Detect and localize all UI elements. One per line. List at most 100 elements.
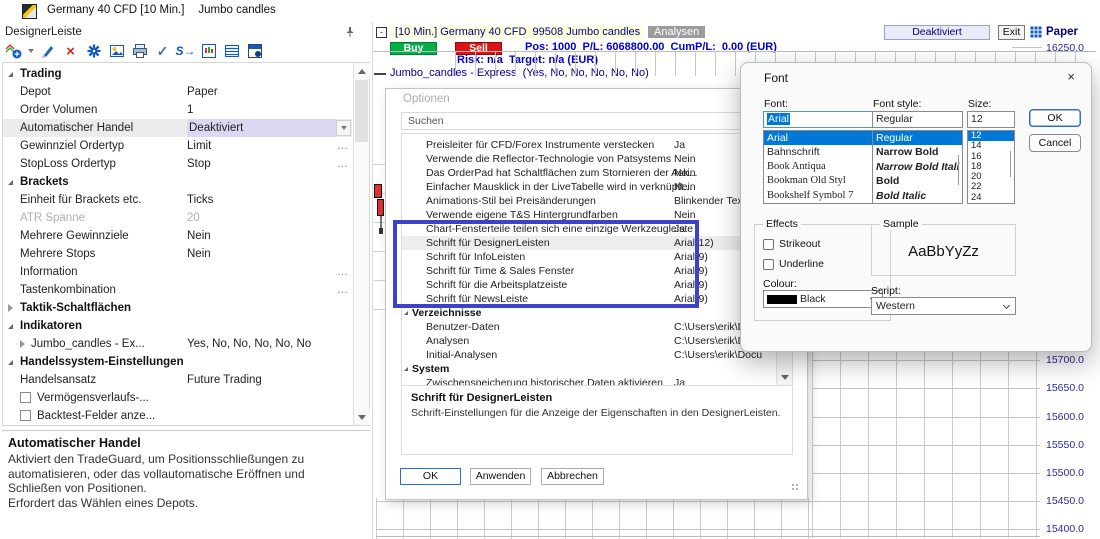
printer-icon[interactable] [129,41,150,61]
scroll-down-icon[interactable] [354,409,370,425]
option-row[interactable]: Zwischenspeicherung historischer Daten a… [402,376,792,386]
option-row[interactable]: Verwende die Reflector-Technologie von P… [402,152,792,166]
font-style-label: Font style: [873,98,921,110]
candle-mark [379,228,383,234]
ellipsis-button[interactable]: … [335,281,350,299]
chart-grid [812,352,1040,538]
option-row[interactable]: Animations-Stil bei PreisänderungenBlink… [402,194,792,208]
scrollbar-thumb[interactable] [958,155,959,185]
cancel-button[interactable]: Cancel [1029,134,1081,152]
scroll-down-icon[interactable] [777,369,793,385]
apply-button[interactable]: Anwenden [470,468,531,485]
list-item[interactable]: Bold [873,174,962,188]
list-item[interactable]: 24 [968,193,1014,203]
option-group-system[interactable]: System [402,362,792,376]
option-row[interactable]: Einfacher Mausklick in der LiveTabelle w… [402,180,792,194]
price-label: 15600.0 [1046,411,1084,423]
font-style-input[interactable]: Regular [872,111,963,128]
property-row-depot[interactable]: DepotPaper [3,83,352,101]
option-row[interactable]: Initial-AnalysenC:\Users\erik\Docu [402,348,792,362]
scroll-up-icon[interactable] [354,63,370,79]
font-size-list[interactable]: 12 14 16 18 20 22 24 [967,130,1015,204]
ok-button[interactable]: OK [1029,109,1081,127]
list-item[interactable]: 16 [968,152,1014,162]
annotation-box [393,220,699,308]
property-row-automatischer-handel[interactable]: Automatischer HandelDeaktiviert [3,119,352,137]
option-group-verzeichnisse[interactable]: Verzeichnisse [402,306,792,320]
ellipsis-button[interactable]: … [335,155,350,173]
scrollbar[interactable] [353,63,369,425]
cancel-button[interactable]: Abbrechen [541,468,604,485]
dropdown-button[interactable] [336,120,351,136]
property-row-jumbo-candles[interactable]: Jumbo_candles - Ex...Yes, No, No, No, No… [3,335,352,353]
list-item[interactable]: 14 [968,141,1014,151]
list-item[interactable]: Narrow Bold [873,145,962,159]
property-row-gewinnziel-ordertyp[interactable]: Gewinnziel OrdertypLimit… [3,137,352,155]
brush-icon[interactable] [37,41,58,61]
property-group-brackets[interactable]: Brackets [3,173,352,191]
add-indicator-icon[interactable] [3,41,24,61]
auto-trade-state-button[interactable]: Deaktiviert [884,25,990,40]
price-label: 15550.0 [1046,439,1084,451]
scrollbar-thumb[interactable] [1010,151,1011,177]
option-row[interactable]: Preisleiter für CFD/Forex Instrumente ve… [402,138,792,152]
property-row-order-volumen[interactable]: Order Volumen1 [3,101,352,119]
property-row-atr-spanne[interactable]: ATR Spanne20 [3,209,352,227]
table-icon[interactable] [221,41,242,61]
list-item[interactable]: Narrow Bold Itali [873,160,962,174]
close-icon[interactable]: × [1067,69,1075,85]
property-row-vermoegensverlaufs[interactable]: Vermögensverlaufs-... [3,389,352,407]
list-item[interactable]: 18 [968,162,1014,172]
property-row-information[interactable]: Information… [3,263,352,281]
gear-icon[interactable] [83,41,104,61]
property-row-stoploss-ordertyp[interactable]: StopLoss OrdertypStop… [3,155,352,173]
candles-window-icon[interactable] [198,41,219,61]
property-group-taktik[interactable]: Taktik-Schaltflächen [3,299,352,317]
property-row-mehrere-stops[interactable]: Mehrere StopsNein [3,245,352,263]
collapse-icon[interactable]: - [376,27,387,38]
font-size-input[interactable]: 12 [967,111,1015,128]
checkbox[interactable] [20,410,31,421]
buy-button[interactable]: Buy [390,42,437,55]
ok-button[interactable]: OK [400,468,461,485]
property-group-handelssystem[interactable]: Handelssystem-Einstellungen [3,353,352,371]
exit-button[interactable]: Exit [998,25,1025,40]
property-group-trading[interactable]: Trading [3,65,352,83]
price-tick [1012,47,1042,48]
signal-route-icon[interactable]: S→ [175,41,196,61]
option-row[interactable]: AnalysenC:\Users\erik\Docu [402,334,792,348]
property-row-einheit[interactable]: Einheit für Brackets etc.Ticks [3,191,352,209]
list-item[interactable]: Bold Italic [873,189,962,203]
check-icon[interactable]: ✓ [152,41,173,61]
property-row-backtest-felder[interactable]: Backtest-Felder anze... [3,407,352,425]
list-item[interactable]: Regular [873,131,962,145]
script-select[interactable]: Western [871,297,1016,315]
property-row-tastenkombination[interactable]: Tastenkombination… [3,281,352,299]
pin-icon[interactable] [344,26,356,38]
delete-icon[interactable]: × [60,41,81,61]
property-group-indikatoren[interactable]: Indikatoren [3,317,352,335]
chart-image-icon[interactable] [106,41,127,61]
scrollbar-thumb[interactable] [355,80,368,142]
list-item[interactable]: 12 [968,131,1014,141]
strikeout-checkbox[interactable] [763,239,774,250]
colour-select[interactable]: Black [763,290,883,308]
window-title-instrument: Germany 40 CFD [10 Min.] [47,4,184,16]
dropdown-caret-icon[interactable] [26,41,35,61]
colour-label: Colour: [763,278,797,290]
analysen-badge[interactable]: Analysen [648,26,705,38]
save-workspace-icon[interactable] [244,41,265,61]
font-style-list[interactable]: Regular Narrow Bold Narrow Bold Itali Bo… [872,130,963,204]
property-row-mehrere-gewinnziele[interactable]: Mehrere GewinnzieleNein [3,227,352,245]
ellipsis-button[interactable]: … [335,263,350,281]
ellipsis-button[interactable]: … [335,137,350,155]
resize-grip[interactable] [791,483,799,491]
option-row[interactable]: Das OrderPad hat Schaltflächen zum Storn… [402,166,792,180]
option-row[interactable]: Benutzer-DatenC:\Users\erik\Docu [402,320,792,334]
list-item[interactable]: 22 [968,182,1014,192]
property-row-handelsansatz[interactable]: HandelsansatzFuture Trading [3,371,352,389]
checkbox[interactable] [20,392,31,403]
underline-checkbox[interactable] [763,259,774,270]
list-item[interactable]: 20 [968,172,1014,182]
search-input[interactable] [401,112,777,130]
